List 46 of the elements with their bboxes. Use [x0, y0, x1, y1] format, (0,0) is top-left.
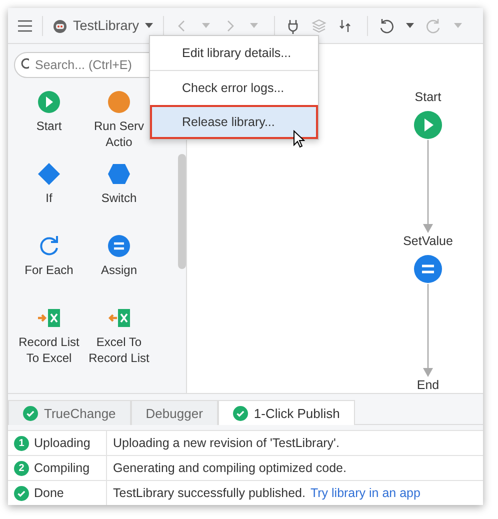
circle-icon	[107, 90, 131, 114]
check-icon	[232, 406, 248, 420]
node-label: SetValue	[403, 234, 453, 248]
panel-tab[interactable]: 1-Click Publish	[218, 400, 355, 425]
tool-label[interactable]: Record List To Excel	[18, 334, 80, 366]
node-label: Start	[414, 90, 442, 104]
tool-label[interactable]: Assign	[100, 262, 138, 278]
caret-icon[interactable]	[145, 23, 154, 28]
robot-icon	[53, 18, 67, 32]
tool-label[interactable]: For Each	[24, 262, 74, 278]
step-number: 2	[14, 460, 29, 476]
excel-import-icon	[107, 306, 131, 330]
step-name: Uploading	[34, 436, 90, 450]
play-icon	[37, 90, 61, 114]
menu-item[interactable]: Release library...	[150, 105, 318, 139]
diamond-icon	[37, 162, 61, 186]
check-icon	[14, 486, 29, 500]
undo-icon[interactable]	[378, 18, 394, 34]
try-library-link[interactable]: Try library in an app	[310, 486, 420, 500]
start-node-icon	[414, 111, 442, 139]
tool-label[interactable]: Run Serv Actio	[94, 118, 144, 150]
step-name: Done	[34, 486, 64, 500]
loop-icon	[37, 234, 61, 258]
scrollbar[interactable]	[178, 154, 186, 269]
assign-node-icon	[414, 255, 442, 283]
step-message: Uploading a new revision of 'TestLibrary'.	[113, 436, 340, 450]
tool-label[interactable]: Switch	[101, 190, 137, 206]
menu-item[interactable]: Check error logs...	[150, 70, 318, 105]
excel-export-icon	[37, 306, 61, 330]
tool-label[interactable]: If	[46, 190, 52, 206]
step-message: Generating and compiling optimized code.	[113, 461, 346, 475]
step-message: TestLibrary successfully published.	[113, 486, 306, 500]
caret-icon[interactable]	[406, 23, 414, 28]
panel-tab[interactable]: Debugger	[130, 400, 218, 425]
library-button[interactable]: TestLibrary	[53, 18, 154, 33]
menu-item[interactable]: Edit library details...	[150, 36, 318, 70]
step-name: Compiling	[34, 461, 90, 475]
hexagon-icon	[107, 162, 131, 186]
tool-label[interactable]: Start	[36, 118, 62, 134]
equals-icon	[107, 234, 131, 258]
panel-tab[interactable]: TrueChange	[8, 400, 131, 425]
tool-label[interactable]: Excel To Record List	[88, 334, 150, 366]
node-label: End	[416, 378, 440, 393]
menu-icon[interactable]	[18, 20, 32, 32]
check-icon	[23, 406, 38, 420]
step-number: 1	[14, 436, 29, 450]
